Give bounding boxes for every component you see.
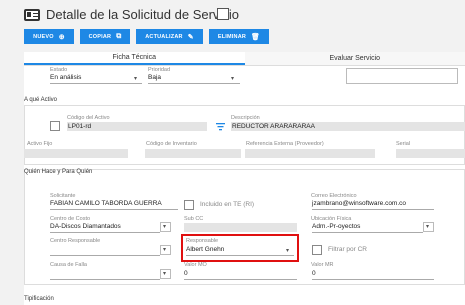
- correo-label: Correo Electrónico: [311, 193, 357, 199]
- causa-label: Causa de Falla: [50, 262, 87, 268]
- codigo-activo-value[interactable]: LP01-rd: [68, 123, 91, 130]
- responsable-underline: [186, 255, 294, 256]
- estado-value[interactable]: En análisis: [50, 74, 81, 81]
- incluido-label: Incluido en TE (RI): [200, 201, 255, 208]
- activo-fijo-label: Activo Fijo: [27, 141, 53, 147]
- filter-icon[interactable]: [216, 123, 225, 131]
- referencia-box: [245, 149, 375, 158]
- eliminar-button[interactable]: ELIMINAR 🗑: [209, 29, 269, 44]
- main-panel: Estado En análisis ▾ Prioridad Baja ▾ A …: [24, 66, 465, 305]
- estado-label: Estado: [50, 67, 68, 73]
- valor-mo-value[interactable]: 0: [184, 270, 188, 277]
- estado-underline: [50, 83, 142, 84]
- centro-resp-chevron-icon[interactable]: ▾: [163, 246, 166, 253]
- nuevo-label: NUEVO: [33, 33, 54, 40]
- prioridad-dropdown-icon[interactable]: ▾: [231, 75, 234, 82]
- activo-checkbox[interactable]: [50, 121, 60, 131]
- inventario-label: Código de Inventario: [146, 141, 197, 147]
- centro-costo-underline: [50, 232, 160, 233]
- responsable-label: Responsable: [186, 238, 219, 244]
- section-quien: Quién Hace y Para Quién: [24, 169, 93, 175]
- descripcion-value: REDUCTOR ARARARARAA: [232, 123, 315, 130]
- valor-mr-underline: [312, 279, 434, 280]
- solicitante-label: Solicitante: [50, 193, 76, 199]
- correo-value[interactable]: jzambrano@winsoftware.com.co: [312, 200, 406, 207]
- toolbar: NUEVO ⊕ COPIAR ⧉ ACTUALIZAR ✎ ELIMINAR 🗑: [24, 29, 269, 44]
- valor-mr-label: Valor MR: [311, 262, 334, 268]
- solicitante-underline: [50, 209, 178, 210]
- section-tipificacion: Tipificación: [24, 296, 54, 302]
- prioridad-value[interactable]: Baja: [148, 74, 161, 81]
- valor-mo-label: Valor MO: [184, 262, 207, 268]
- causa-underline: [50, 279, 160, 280]
- centro-costo-chevron-icon[interactable]: ▾: [163, 223, 166, 230]
- subcc-label: Sub CC: [184, 216, 204, 222]
- correo-underline: [312, 209, 434, 210]
- page-title: Detalle de la Solicitud de Servicio: [46, 7, 239, 22]
- add-circle-icon: ⊕: [58, 33, 65, 41]
- activo-fijo-box: [24, 149, 128, 158]
- copiar-button[interactable]: COPIAR ⧉: [80, 29, 130, 44]
- centro-resp-underline: [50, 255, 160, 256]
- filtrar-label: Filtrar por CR: [328, 246, 368, 253]
- copy-icon: ⧉: [116, 32, 122, 40]
- centro-costo-label: Centro de Costo: [50, 216, 91, 222]
- filtrar-checkbox[interactable]: [312, 245, 322, 255]
- estado-dropdown-icon[interactable]: ▾: [134, 75, 137, 82]
- centro-costo-value[interactable]: DA-Discos Diamantados: [50, 223, 121, 230]
- causa-chevron-icon[interactable]: ▾: [163, 270, 166, 277]
- responsable-dropdown-icon[interactable]: ▾: [286, 247, 289, 254]
- section-activo: A qué Activo: [24, 97, 58, 103]
- ubicacion-underline: [312, 232, 423, 233]
- solicitante-value[interactable]: FABIAN CAMILO TABORDA GUERRA: [50, 200, 162, 207]
- copiar-label: COPIAR: [88, 33, 112, 40]
- inventario-box: [145, 149, 241, 158]
- subcc-box: [184, 223, 297, 232]
- responsable-value[interactable]: Albert Gnehn: [186, 246, 224, 253]
- actualizar-button[interactable]: ACTUALIZAR ✎: [136, 29, 203, 44]
- tab-evaluar-servicio[interactable]: Evaluar Servicio: [244, 52, 465, 65]
- nuevo-button[interactable]: NUEVO ⊕: [24, 29, 74, 44]
- serial-box: [396, 149, 465, 158]
- codigo-activo-label: Código del Activo: [67, 115, 110, 121]
- top-right-field[interactable]: [346, 68, 458, 84]
- prioridad-underline: [148, 83, 240, 84]
- descripcion-label: Descripción: [231, 115, 260, 121]
- pencil-icon: ✎: [187, 33, 194, 41]
- trash-icon: 🗑: [251, 33, 261, 41]
- ubicacion-value[interactable]: Adm.-Pr-oyectos: [312, 223, 360, 230]
- valor-mr-value[interactable]: 0: [312, 270, 316, 277]
- centro-resp-label: Centro Responsable: [50, 238, 101, 244]
- ubicacion-chevron-icon[interactable]: ▾: [426, 223, 429, 230]
- serial-label: Serial: [396, 141, 411, 147]
- referencia-label: Referencia Externa (Proveedor): [246, 141, 324, 147]
- actualizar-label: ACTUALIZAR: [145, 33, 183, 40]
- prioridad-label: Prioridad: [148, 67, 171, 73]
- eliminar-label: ELIMINAR: [217, 33, 247, 40]
- title-checkbox[interactable]: [217, 8, 229, 20]
- ubicacion-label: Ubicación Física: [311, 216, 352, 222]
- valor-mo-underline: [184, 279, 297, 280]
- tab-bar: Ficha Técnica Evaluar Servicio: [24, 52, 465, 66]
- tab-ficha-tecnica[interactable]: Ficha Técnica: [24, 52, 245, 65]
- incluido-checkbox[interactable]: [184, 200, 194, 210]
- id-card-icon: [24, 9, 40, 21]
